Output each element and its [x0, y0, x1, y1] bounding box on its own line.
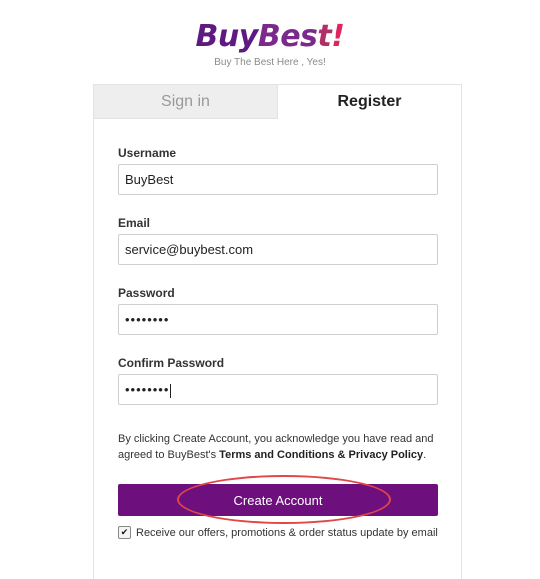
- confirm-password-label: Confirm Password: [118, 356, 225, 370]
- logo-text-best: Bes: [257, 19, 318, 54]
- logo-text-buy: Buy: [195, 19, 259, 54]
- auth-card: Sign in Register Username Email Password…: [93, 84, 462, 579]
- username-input[interactable]: [118, 164, 438, 195]
- tab-sign-in[interactable]: Sign in: [94, 85, 278, 119]
- tagline: Buy The Best Here , Yes!: [214, 57, 326, 68]
- buybest-logo: BuyBest!: [0, 18, 540, 56]
- password-input[interactable]: ••••••••: [118, 304, 438, 335]
- tab-register[interactable]: Register: [278, 85, 461, 119]
- email-label: Email: [118, 216, 151, 230]
- privacy-link[interactable]: Privacy Policy: [349, 449, 424, 461]
- create-account-button[interactable]: Create Account: [118, 484, 438, 516]
- auth-tabs: Sign in Register: [94, 85, 461, 119]
- confirm-password-input[interactable]: ••••••••: [118, 374, 438, 405]
- confirm-password-masked-value: ••••••••: [125, 382, 170, 397]
- logo-text-bang: !: [331, 19, 345, 54]
- optin-checkbox[interactable]: ✔: [118, 526, 131, 539]
- email-input[interactable]: [118, 234, 438, 265]
- legal-notice: By clicking Create Account, you acknowle…: [118, 431, 438, 463]
- terms-link[interactable]: Terms and Conditions: [219, 449, 334, 461]
- legal-suffix: .: [423, 449, 427, 461]
- text-caret: [170, 383, 172, 398]
- username-label: Username: [118, 146, 177, 160]
- legal-joiner: &: [334, 449, 349, 461]
- password-masked-value: ••••••••: [125, 312, 170, 327]
- brand-header: BuyBest! Buy The Best Here , Yes!: [0, 18, 540, 70]
- logo-text-t: t: [317, 19, 332, 54]
- optin-label: Receive our offers, promotions & order s…: [136, 526, 438, 539]
- password-label: Password: [118, 286, 175, 300]
- marketing-optin: ✔ Receive our offers, promotions & order…: [118, 526, 448, 539]
